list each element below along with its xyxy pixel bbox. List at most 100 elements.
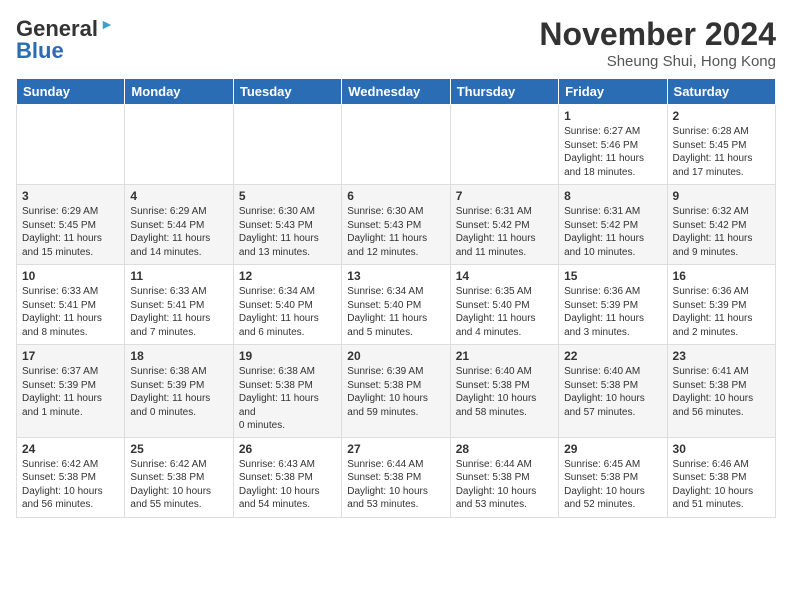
day-number: 23 bbox=[673, 349, 770, 363]
calendar-cell: 29 Sunrise: 6:45 AM Sunset: 5:38 PM Dayli… bbox=[559, 437, 667, 517]
day-number: 27 bbox=[347, 442, 444, 456]
day-info: Sunrise: 6:32 AM Sunset: 5:42 PM Dayligh… bbox=[673, 205, 770, 259]
logo: General► Blue bbox=[16, 16, 114, 64]
calendar-cell: 25 Sunrise: 6:42 AM Sunset: 5:38 PM Dayli… bbox=[125, 437, 233, 517]
calendar-cell: 18 Sunrise: 6:38 AM Sunset: 5:39 PM Dayli… bbox=[125, 345, 233, 438]
day-info: Sunrise: 6:28 AM Sunset: 5:45 PM Dayligh… bbox=[673, 125, 770, 179]
calendar-cell: 7 Sunrise: 6:31 AM Sunset: 5:42 PM Daylig… bbox=[450, 185, 558, 265]
calendar-cell: 28Sunrise: 6:44 AM Sunset: 5:38 PM Dayli… bbox=[450, 437, 558, 517]
day-number: 16 bbox=[673, 269, 770, 283]
day-number: 3 bbox=[22, 189, 119, 203]
calendar-week-row: 17 Sunrise: 6:37 AM Sunset: 5:39 PM Dayli… bbox=[17, 345, 776, 438]
day-info: Sunrise: 6:29 AM Sunset: 5:45 PM Dayligh… bbox=[22, 205, 119, 259]
day-info: Sunrise: 6:34 AM Sunset: 5:40 PM Dayligh… bbox=[239, 285, 336, 339]
day-number: 29 bbox=[564, 442, 661, 456]
calendar-cell: 23 Sunrise: 6:41 AM Sunset: 5:38 PM Dayli… bbox=[667, 345, 775, 438]
calendar-week-row: 1 Sunrise: 6:27 AM Sunset: 5:46 PM Daylig… bbox=[17, 105, 776, 185]
calendar-cell: 5 Sunrise: 6:30 AM Sunset: 5:43 PM Daylig… bbox=[233, 185, 341, 265]
day-info: Sunrise: 6:36 AM Sunset: 5:39 PM Dayligh… bbox=[673, 285, 770, 339]
calendar-cell bbox=[342, 105, 450, 185]
day-number: 11 bbox=[130, 269, 227, 283]
calendar-day-header: Friday bbox=[559, 79, 667, 105]
calendar-day-header: Wednesday bbox=[342, 79, 450, 105]
calendar-cell: 20Sunrise: 6:39 AM Sunset: 5:38 PM Dayli… bbox=[342, 345, 450, 438]
day-number: 22 bbox=[564, 349, 661, 363]
calendar-cell: 16 Sunrise: 6:36 AM Sunset: 5:39 PM Dayli… bbox=[667, 265, 775, 345]
day-number: 12 bbox=[239, 269, 336, 283]
day-number: 26 bbox=[239, 442, 336, 456]
day-number: 24 bbox=[22, 442, 119, 456]
calendar-day-header: Saturday bbox=[667, 79, 775, 105]
calendar-body: 1 Sunrise: 6:27 AM Sunset: 5:46 PM Daylig… bbox=[17, 105, 776, 518]
calendar-cell: 4 Sunrise: 6:29 AM Sunset: 5:44 PM Daylig… bbox=[125, 185, 233, 265]
calendar-day-header: Thursday bbox=[450, 79, 558, 105]
calendar-cell: 11 Sunrise: 6:33 AM Sunset: 5:41 PM Dayli… bbox=[125, 265, 233, 345]
day-number: 2 bbox=[673, 109, 770, 123]
calendar-cell bbox=[233, 105, 341, 185]
calendar-week-row: 10 Sunrise: 6:33 AM Sunset: 5:41 PM Dayli… bbox=[17, 265, 776, 345]
day-number: 7 bbox=[456, 189, 553, 203]
calendar-cell: 24 Sunrise: 6:42 AM Sunset: 5:38 PM Dayli… bbox=[17, 437, 125, 517]
day-info: Sunrise: 6:29 AM Sunset: 5:44 PM Dayligh… bbox=[130, 205, 227, 259]
day-info: Sunrise: 6:46 AM Sunset: 5:38 PM Dayligh… bbox=[673, 458, 770, 512]
day-number: 18 bbox=[130, 349, 227, 363]
day-number: 8 bbox=[564, 189, 661, 203]
calendar-day-header: Tuesday bbox=[233, 79, 341, 105]
day-number: 5 bbox=[239, 189, 336, 203]
calendar-cell: 26 Sunrise: 6:43 AM Sunset: 5:38 PM Dayli… bbox=[233, 437, 341, 517]
calendar-cell: 14 Sunrise: 6:35 AM Sunset: 5:40 PM Dayli… bbox=[450, 265, 558, 345]
calendar-cell bbox=[125, 105, 233, 185]
day-number: 14 bbox=[456, 269, 553, 283]
day-info: Sunrise: 6:41 AM Sunset: 5:38 PM Dayligh… bbox=[673, 365, 770, 419]
day-info: Sunrise: 6:30 AM Sunset: 5:43 PM Dayligh… bbox=[347, 205, 444, 259]
month-title: November 2024 bbox=[539, 16, 776, 53]
day-info: Sunrise: 6:45 AM Sunset: 5:38 PM Dayligh… bbox=[564, 458, 661, 512]
day-number: 19 bbox=[239, 349, 336, 363]
day-info: Sunrise: 6:42 AM Sunset: 5:38 PM Dayligh… bbox=[130, 458, 227, 512]
calendar-day-header: Sunday bbox=[17, 79, 125, 105]
day-info: Sunrise: 6:42 AM Sunset: 5:38 PM Dayligh… bbox=[22, 458, 119, 512]
location-subtitle: Sheung Shui, Hong Kong bbox=[539, 53, 776, 70]
calendar-cell: 27 Sunrise: 6:44 AM Sunset: 5:38 PM Dayli… bbox=[342, 437, 450, 517]
calendar-cell: 3 Sunrise: 6:29 AM Sunset: 5:45 PM Daylig… bbox=[17, 185, 125, 265]
calendar-week-row: 24 Sunrise: 6:42 AM Sunset: 5:38 PM Dayli… bbox=[17, 437, 776, 517]
day-info: Sunrise: 6:34 AM Sunset: 5:40 PM Dayligh… bbox=[347, 285, 444, 339]
day-info: Sunrise: 6:37 AM Sunset: 5:39 PM Dayligh… bbox=[22, 365, 119, 419]
day-info: Sunrise: 6:30 AM Sunset: 5:43 PM Dayligh… bbox=[239, 205, 336, 259]
day-number: 9 bbox=[673, 189, 770, 203]
day-number: 6 bbox=[347, 189, 444, 203]
calendar-cell: 12 Sunrise: 6:34 AM Sunset: 5:40 PM Dayli… bbox=[233, 265, 341, 345]
calendar-cell bbox=[17, 105, 125, 185]
calendar-cell: 13 Sunrise: 6:34 AM Sunset: 5:40 PM Dayli… bbox=[342, 265, 450, 345]
calendar-cell: 9 Sunrise: 6:32 AM Sunset: 5:42 PM Daylig… bbox=[667, 185, 775, 265]
day-info: Sunrise: 6:38 AM Sunset: 5:39 PM Dayligh… bbox=[130, 365, 227, 419]
day-info: Sunrise: 6:27 AM Sunset: 5:46 PM Dayligh… bbox=[564, 125, 661, 179]
calendar-cell: 6 Sunrise: 6:30 AM Sunset: 5:43 PM Daylig… bbox=[342, 185, 450, 265]
day-info: Sunrise: 6:40 AM Sunset: 5:38 PM Dayligh… bbox=[564, 365, 661, 419]
calendar-day-header: Monday bbox=[125, 79, 233, 105]
day-number: 17 bbox=[22, 349, 119, 363]
day-number: 30 bbox=[673, 442, 770, 456]
day-info: Sunrise: 6:33 AM Sunset: 5:41 PM Dayligh… bbox=[130, 285, 227, 339]
calendar-cell: 22 Sunrise: 6:40 AM Sunset: 5:38 PM Dayli… bbox=[559, 345, 667, 438]
day-info: Sunrise: 6:38 AM Sunset: 5:38 PM Dayligh… bbox=[239, 365, 336, 433]
day-info: Sunrise: 6:43 AM Sunset: 5:38 PM Dayligh… bbox=[239, 458, 336, 512]
calendar-cell: 30 Sunrise: 6:46 AM Sunset: 5:38 PM Dayli… bbox=[667, 437, 775, 517]
day-number: 1 bbox=[564, 109, 661, 123]
day-info: Sunrise: 6:31 AM Sunset: 5:42 PM Dayligh… bbox=[456, 205, 553, 259]
day-number: 28 bbox=[456, 442, 553, 456]
day-number: 13 bbox=[347, 269, 444, 283]
day-number: 25 bbox=[130, 442, 227, 456]
calendar-cell: 21Sunrise: 6:40 AM Sunset: 5:38 PM Dayli… bbox=[450, 345, 558, 438]
day-info: Sunrise: 6:33 AM Sunset: 5:41 PM Dayligh… bbox=[22, 285, 119, 339]
calendar-cell: 15Sunrise: 6:36 AM Sunset: 5:39 PM Dayli… bbox=[559, 265, 667, 345]
day-number: 4 bbox=[130, 189, 227, 203]
day-number: 20 bbox=[347, 349, 444, 363]
day-number: 10 bbox=[22, 269, 119, 283]
day-info: Sunrise: 6:35 AM Sunset: 5:40 PM Dayligh… bbox=[456, 285, 553, 339]
calendar-table: SundayMondayTuesdayWednesdayThursdayFrid… bbox=[16, 78, 776, 518]
calendar-cell: 19 Sunrise: 6:38 AM Sunset: 5:38 PM Dayli… bbox=[233, 345, 341, 438]
calendar-cell: 1 Sunrise: 6:27 AM Sunset: 5:46 PM Daylig… bbox=[559, 105, 667, 185]
day-number: 15 bbox=[564, 269, 661, 283]
day-info: Sunrise: 6:44 AM Sunset: 5:38 PM Dayligh… bbox=[347, 458, 444, 512]
